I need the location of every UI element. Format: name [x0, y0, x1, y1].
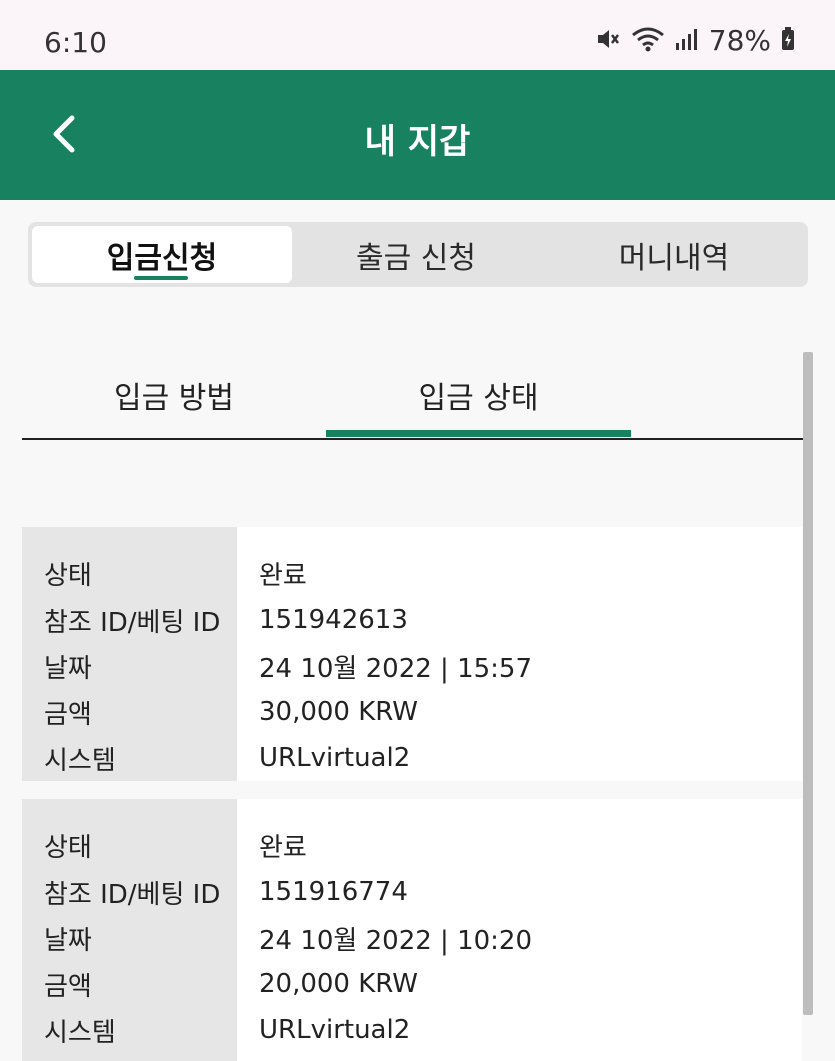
row-label: 시스템 — [44, 745, 116, 776]
row-value: 151916774 — [259, 877, 408, 907]
record-row-system: 시스템 URLvirtual2 — [22, 735, 802, 781]
row-value: URLvirtual2 — [259, 743, 411, 773]
wifi-icon — [631, 26, 665, 56]
battery-icon — [781, 26, 795, 55]
mute-icon — [595, 26, 621, 56]
row-label: 날짜 — [44, 925, 92, 956]
scrollbar[interactable] — [803, 352, 813, 1015]
row-value: 30,000 KRW — [259, 697, 419, 727]
subtab-active-indicator — [326, 430, 631, 437]
row-label: 금액 — [44, 699, 92, 730]
row-label: 금액 — [44, 971, 92, 1002]
record-row-status: 상태 완료 — [22, 550, 802, 596]
record-row-date: 날짜 24 10월 2022 | 10:20 — [22, 915, 802, 961]
page-title: 내 지갑 — [364, 122, 471, 162]
subtab-deposit-method[interactable]: 입금 방법 — [22, 352, 326, 438]
signal-icon — [675, 27, 699, 55]
row-value: 완료 — [259, 832, 307, 863]
subtab-divider — [22, 438, 813, 440]
row-value: 24 10월 2022 | 15:57 — [259, 653, 533, 684]
row-value: URLvirtual2 — [259, 1015, 411, 1045]
row-value: 24 10월 2022 | 10:20 — [259, 925, 533, 956]
wallet-segment-control: 입금신청 출금 신청 머니내역 — [28, 222, 808, 287]
app-header: 내 지갑 — [0, 70, 835, 200]
record-row-reference-id: 참조 ID/베팅 ID 151916774 — [22, 869, 802, 915]
tab-money-history[interactable]: 머니내역 — [544, 226, 804, 283]
deposit-record-card: 상태 완료 참조 ID/베팅 ID 151916774 날짜 24 10월 20… — [22, 799, 802, 1061]
status-bar: 6:10 78% — [0, 0, 835, 70]
status-time: 6:10 — [44, 26, 107, 59]
row-label: 상태 — [44, 832, 92, 863]
deposit-record-card: 상태 완료 참조 ID/베팅 ID 151942613 날짜 24 10월 20… — [22, 527, 802, 781]
tab-money-history-label: 머니내역 — [618, 240, 730, 276]
record-row-status: 상태 완료 — [22, 822, 802, 868]
status-icons: 78% — [595, 24, 795, 57]
row-value: 20,000 KRW — [259, 969, 419, 999]
battery-percent: 78% — [708, 24, 771, 57]
tab-deposit-request[interactable]: 입금신청 — [32, 226, 292, 283]
record-row-system: 시스템 URLvirtual2 — [22, 1007, 802, 1053]
row-value: 151942613 — [259, 605, 408, 635]
record-row-amount: 금액 30,000 KRW — [22, 689, 802, 735]
record-row-amount: 금액 20,000 KRW — [22, 961, 802, 1007]
tab-withdraw-request-label: 출금 신청 — [356, 240, 476, 276]
row-label: 참조 ID/베팅 ID — [44, 879, 221, 910]
row-label: 시스템 — [44, 1017, 116, 1048]
active-tab-underline — [134, 276, 188, 280]
record-row-reference-id: 참조 ID/베팅 ID 151942613 — [22, 597, 802, 643]
row-value: 완료 — [259, 560, 307, 591]
record-row-date: 날짜 24 10월 2022 | 15:57 — [22, 643, 802, 689]
row-label: 날짜 — [44, 653, 92, 684]
subtab-deposit-method-label: 입금 방법 — [114, 381, 234, 416]
row-label: 상태 — [44, 560, 92, 591]
row-label: 참조 ID/베팅 ID — [44, 607, 221, 638]
subtab-deposit-status-label: 입금 상태 — [418, 381, 539, 416]
tab-withdraw-request[interactable]: 출금 신청 — [286, 226, 546, 283]
tab-deposit-request-label: 입금신청 — [106, 240, 218, 276]
subtab-deposit-status[interactable]: 입금 상태 — [326, 352, 631, 438]
